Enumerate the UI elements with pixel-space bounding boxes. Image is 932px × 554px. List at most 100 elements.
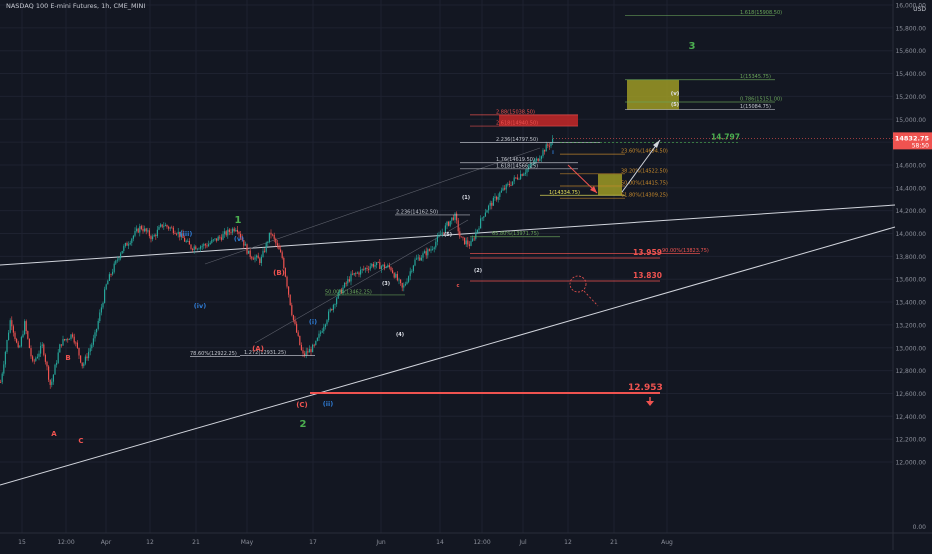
- candle-body: [84, 356, 86, 364]
- wave-label: 3: [689, 41, 696, 52]
- candle-body: [283, 257, 285, 269]
- candle-body: [16, 339, 18, 343]
- candle-body: [252, 258, 254, 260]
- candle-body: [102, 302, 104, 308]
- candle-body: [369, 266, 371, 270]
- candle-body: [132, 235, 134, 239]
- candle-body: [305, 351, 307, 356]
- y-tick-label: 12,800.00: [895, 368, 926, 375]
- candle-body: [148, 230, 150, 237]
- candle-body: [275, 238, 277, 244]
- candle-body: [161, 224, 163, 227]
- wave-label: (B): [273, 269, 285, 277]
- candle-body: [486, 210, 488, 213]
- fib-level-label: 1(15084.75): [740, 104, 771, 110]
- candle-body: [267, 242, 269, 243]
- candle-body: [436, 236, 438, 242]
- candle-body: [318, 333, 320, 338]
- x-tick-label: 14: [436, 539, 444, 546]
- candle-body: [310, 349, 312, 353]
- candle-body: [299, 335, 301, 345]
- wave-label: A: [51, 430, 57, 438]
- candle-body: [62, 339, 64, 346]
- candle-body: [30, 348, 32, 357]
- candle-body: [440, 234, 442, 236]
- candle-body: [416, 258, 418, 260]
- candle-body: [462, 237, 464, 239]
- candle-body: [230, 231, 232, 233]
- candle-body: [134, 231, 136, 236]
- wave-label: B: [65, 354, 70, 362]
- candle-body: [216, 238, 218, 241]
- price-chart[interactable]: 16,000.0015,800.0015,600.0015,400.0015,2…: [0, 0, 932, 550]
- candle-body: [387, 265, 389, 268]
- candle-body: [404, 283, 406, 286]
- candle-body: [308, 349, 310, 353]
- candle-body: [412, 265, 414, 271]
- candle-body: [326, 320, 328, 325]
- candle-body: [246, 244, 248, 254]
- y-tick-label: 12,000.00: [895, 460, 926, 467]
- wave-label: 2: [300, 419, 307, 430]
- candle-body: [96, 328, 98, 333]
- candle-body: [465, 240, 467, 245]
- candle-body: [552, 138, 554, 143]
- candle-body: [158, 226, 160, 230]
- candle-body: [220, 237, 222, 240]
- y-tick-label: 14,600.00: [895, 162, 926, 169]
- candle-body: [200, 246, 202, 249]
- candle-body: [120, 253, 122, 259]
- candle-body: [296, 323, 298, 333]
- fib-level-label: 1.272(12931.25): [244, 350, 286, 356]
- candle-body: [502, 188, 504, 191]
- y-tick-label: 13,200.00: [895, 322, 926, 329]
- candle-body: [379, 262, 381, 270]
- x-tick-label: Aug: [661, 539, 673, 546]
- candle-body: [411, 270, 413, 272]
- candle-body: [446, 221, 448, 226]
- candle-body: [33, 360, 35, 362]
- candle-body: [56, 362, 58, 365]
- fib-level-label: 2.236(14797.50): [496, 137, 538, 143]
- candle-body: [136, 228, 138, 232]
- candle-body: [147, 230, 149, 232]
- candle-body: [470, 241, 472, 246]
- candle-body: [312, 344, 314, 353]
- candle-body: [371, 263, 373, 267]
- y-tick-label: 13,600.00: [895, 277, 926, 284]
- candle-body: [505, 184, 507, 190]
- wave-label: (v): [671, 91, 680, 97]
- candle-body: [430, 249, 432, 251]
- wave-label: (1): [462, 195, 470, 201]
- candle-body: [228, 229, 230, 232]
- candle-body: [406, 281, 408, 284]
- fib-level-label: 65.80%(13971.75): [492, 231, 539, 237]
- candle-body: [464, 237, 466, 245]
- candle-body: [187, 240, 189, 242]
- candle-body: [54, 364, 56, 375]
- candle-body: [347, 279, 349, 284]
- candle-body: [139, 226, 141, 233]
- candle-body: [81, 362, 83, 367]
- y-tick-label: 13,000.00: [895, 345, 926, 352]
- level-13959-label: 13.959: [633, 248, 662, 257]
- candle-body: [361, 268, 363, 270]
- candle-body: [345, 282, 347, 284]
- y-tick-label: 13,400.00: [895, 300, 926, 307]
- x-tick-label: 12:00: [57, 539, 74, 546]
- candle-body: [476, 229, 478, 233]
- countdown-label: 58:50: [912, 142, 929, 149]
- candle-body: [344, 282, 346, 288]
- candle-body: [424, 251, 426, 254]
- y-tick-label: 14,000.00: [895, 231, 926, 238]
- candle-body: [264, 250, 266, 252]
- candle-body: [427, 249, 429, 256]
- candle-body: [504, 188, 506, 190]
- candle-body: [540, 156, 542, 159]
- fib-level-label: 0.786(15151.00): [740, 96, 782, 102]
- fib-level-label: 50.00%(13462.25): [325, 289, 372, 295]
- candle-body: [273, 234, 275, 239]
- candle-body: [118, 258, 120, 260]
- candle-body: [460, 236, 462, 238]
- candle-body: [88, 351, 90, 359]
